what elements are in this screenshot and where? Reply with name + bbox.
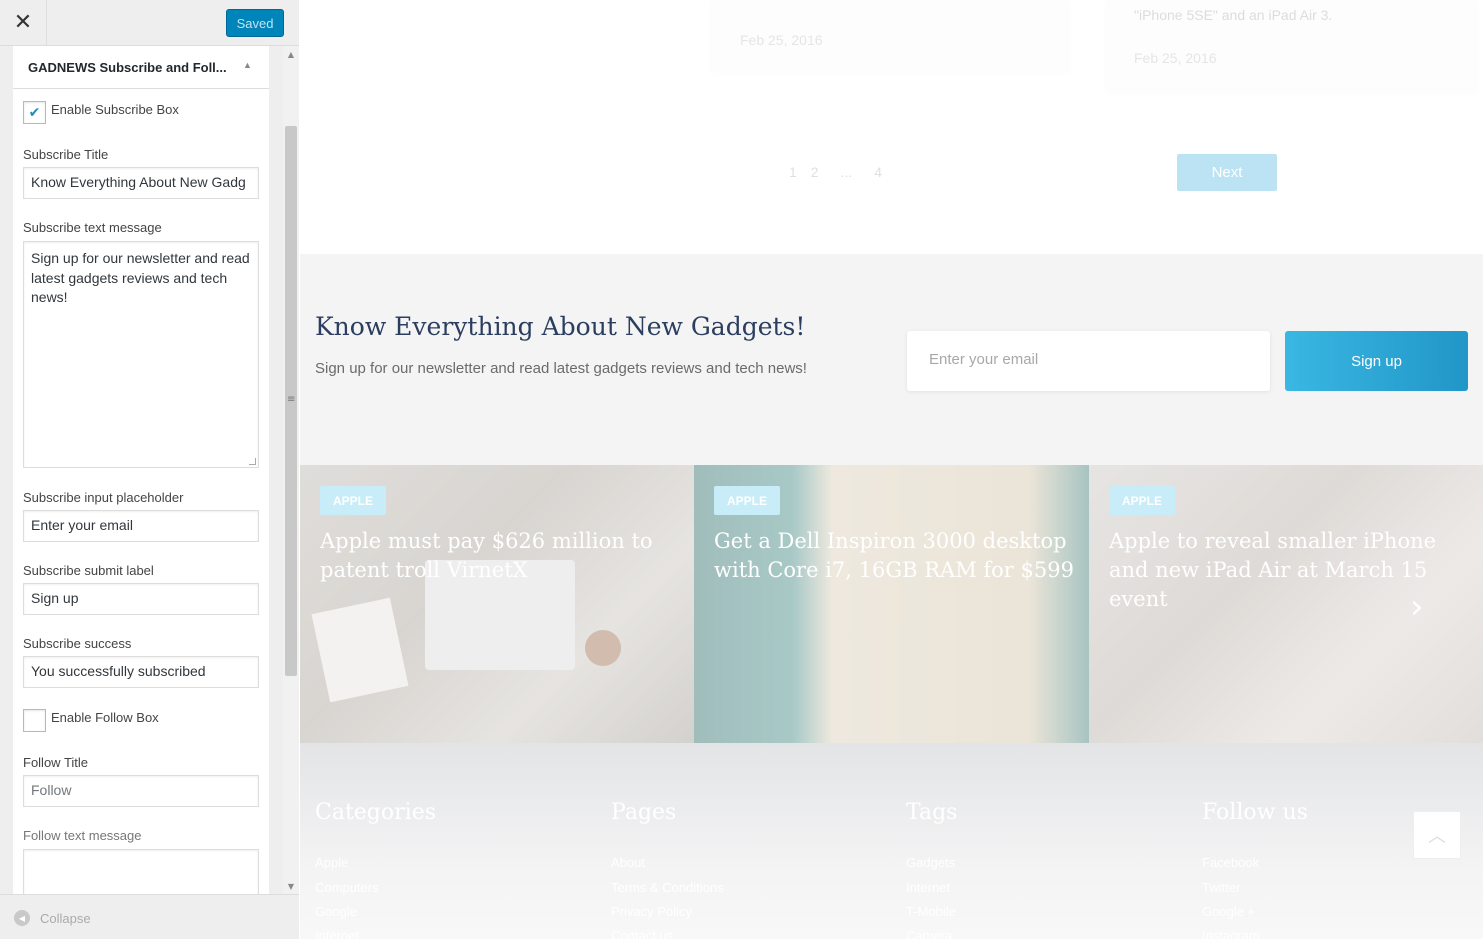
footer-link[interactable]: About <box>611 855 645 870</box>
section-header[interactable]: GADNEWS Subscribe and Foll... ▲ <box>13 46 269 89</box>
subscribe-placeholder-label: Subscribe input placeholder <box>23 490 184 505</box>
post-card[interactable]: Feb 25, 2016 <box>710 0 1070 72</box>
slide[interactable]: APPLE Apple to reveal smaller iPhone and… <box>1089 465 1483 743</box>
category-badge[interactable]: APPLE <box>714 486 780 515</box>
footer-link[interactable]: Camera <box>906 928 952 939</box>
footer-link[interactable]: Contact us <box>611 928 673 939</box>
footer-link[interactable]: Privacy Policy <box>611 904 692 919</box>
footer-heading: Categories <box>315 800 436 825</box>
panel-scrollbar[interactable]: ▲ ▼ <box>283 46 299 894</box>
footer-link[interactable]: Facebook <box>1202 855 1259 870</box>
subscribe-text: Sign up for our newsletter and read late… <box>315 360 807 377</box>
subscribe-title: Know Everything About New Gadgets! <box>315 312 806 341</box>
saved-button[interactable]: Saved <box>226 9 284 37</box>
slide-title[interactable]: Apple must pay $626 million to patent tr… <box>320 527 680 585</box>
footer-link[interactable]: Internet <box>315 928 359 939</box>
category-badge[interactable]: APPLE <box>1109 486 1175 515</box>
subscribe-section: Know Everything About New Gadgets! Sign … <box>300 254 1483 465</box>
slider-next-arrow-icon[interactable]: › <box>1410 587 1424 627</box>
post-card[interactable]: "iPhone 5SE" and an iPad Air 3. Feb 25, … <box>1105 0 1478 92</box>
section-body: ✔ Enable Subscribe Box Subscribe Title K… <box>13 89 269 894</box>
subscribe-success-label: Subscribe success <box>23 636 132 651</box>
splitter-grip-icon[interactable]: ≡ <box>287 394 295 405</box>
page-ellipsis: ... <box>840 164 853 180</box>
post-snippet: "iPhone 5SE" and an iPad Air 3. <box>1134 7 1333 23</box>
page-link[interactable]: 2 <box>811 164 819 180</box>
follow-title-label: Follow Title <box>23 755 89 770</box>
subscribe-email-input[interactable]: Enter your email <box>907 331 1270 391</box>
slide[interactable]: APPLE Apple must pay $626 million to pat… <box>300 465 695 743</box>
close-icon[interactable]: ✕ <box>0 0 47 45</box>
resize-grip-icon[interactable] <box>249 458 256 465</box>
footer-link[interactable]: Google + <box>1202 904 1255 919</box>
footer-link[interactable]: T-Mobile <box>906 904 956 919</box>
panel-header: ✕ Saved <box>0 0 299 46</box>
follow-text-field[interactable] <box>23 849 259 894</box>
footer-link[interactable]: Computers <box>315 880 379 895</box>
section-title: GADNEWS Subscribe and Foll... <box>28 60 227 75</box>
collapse-arrow-left-icon[interactable]: ◀ <box>14 910 30 926</box>
page-link[interactable]: 4 <box>874 164 882 180</box>
footer-link[interactable]: Google <box>315 904 357 919</box>
collapse-arrow-icon[interactable]: ▲ <box>243 60 252 70</box>
follow-title-field[interactable]: Follow <box>23 775 259 807</box>
subscribe-success-field[interactable]: You successfully subscribed <box>23 656 259 688</box>
subscribe-title-field[interactable]: Know Everything About New Gadg <box>23 167 259 199</box>
subscribe-submit-field[interactable]: Sign up <box>23 583 259 615</box>
slide[interactable]: APPLE Get a Dell Inspiron 3000 desktop w… <box>694 465 1089 743</box>
subscribe-placeholder-field[interactable]: Enter your email <box>23 510 259 542</box>
follow-text-label: Follow text message <box>23 828 142 843</box>
subscribe-text-label: Subscribe text message <box>23 220 162 235</box>
footer-link[interactable]: Internet <box>906 880 950 895</box>
subscribe-text-value: Sign up for our newsletter and read late… <box>31 250 250 305</box>
category-badge[interactable]: APPLE <box>320 486 386 515</box>
customizer-panel: ✕ Saved GADNEWS Subscribe and Foll... ▲ … <box>0 0 299 939</box>
footer-heading: Tags <box>906 800 958 825</box>
footer-heading: Follow us <box>1202 800 1308 825</box>
subscribe-submit-label: Subscribe submit label <box>23 563 154 578</box>
site-preview: Feb 25, 2016 "iPhone 5SE" and an iPad Ai… <box>300 0 1483 939</box>
post-date: Feb 25, 2016 <box>740 32 823 48</box>
next-page-button[interactable]: Next <box>1177 154 1277 191</box>
enable-subscribe-label: Enable Subscribe Box <box>51 102 179 117</box>
post-date: Feb 25, 2016 <box>1134 50 1217 66</box>
pagination: 1 2 ... 4 <box>789 164 882 180</box>
footer-link[interactable]: Twitter <box>1202 880 1240 895</box>
footer-link[interactable]: Apple <box>315 855 348 870</box>
footer-link[interactable]: Gadgets <box>906 855 955 870</box>
subscribe-title-label: Subscribe Title <box>23 147 109 162</box>
collapse-label[interactable]: Collapse <box>40 911 91 926</box>
collapse-bar[interactable]: ◀ Collapse <box>0 894 299 939</box>
subscribe-text-field[interactable]: Sign up for our newsletter and read late… <box>23 241 259 468</box>
back-to-top-icon[interactable]: ︿ <box>1413 811 1461 859</box>
scroll-down-icon[interactable]: ▼ <box>283 878 299 894</box>
enable-follow-label: Enable Follow Box <box>51 710 159 725</box>
footer-link[interactable]: Instagram <box>1202 928 1260 939</box>
page-link[interactable]: 1 <box>789 164 797 180</box>
footer-link[interactable]: Terms & Conditions <box>611 880 724 895</box>
sign-up-button[interactable]: Sign up <box>1285 331 1468 391</box>
footer-heading: Pages <box>611 800 677 825</box>
enable-subscribe-checkbox[interactable]: ✔ <box>23 101 46 124</box>
scroll-up-icon[interactable]: ▲ <box>283 46 299 62</box>
enable-follow-checkbox[interactable] <box>23 709 46 732</box>
featured-slider: APPLE Apple must pay $626 million to pat… <box>300 465 1483 743</box>
slide-title[interactable]: Get a Dell Inspiron 3000 desktop with Co… <box>714 527 1074 585</box>
site-footer: Categories Apple Computers Google Intern… <box>300 743 1483 939</box>
